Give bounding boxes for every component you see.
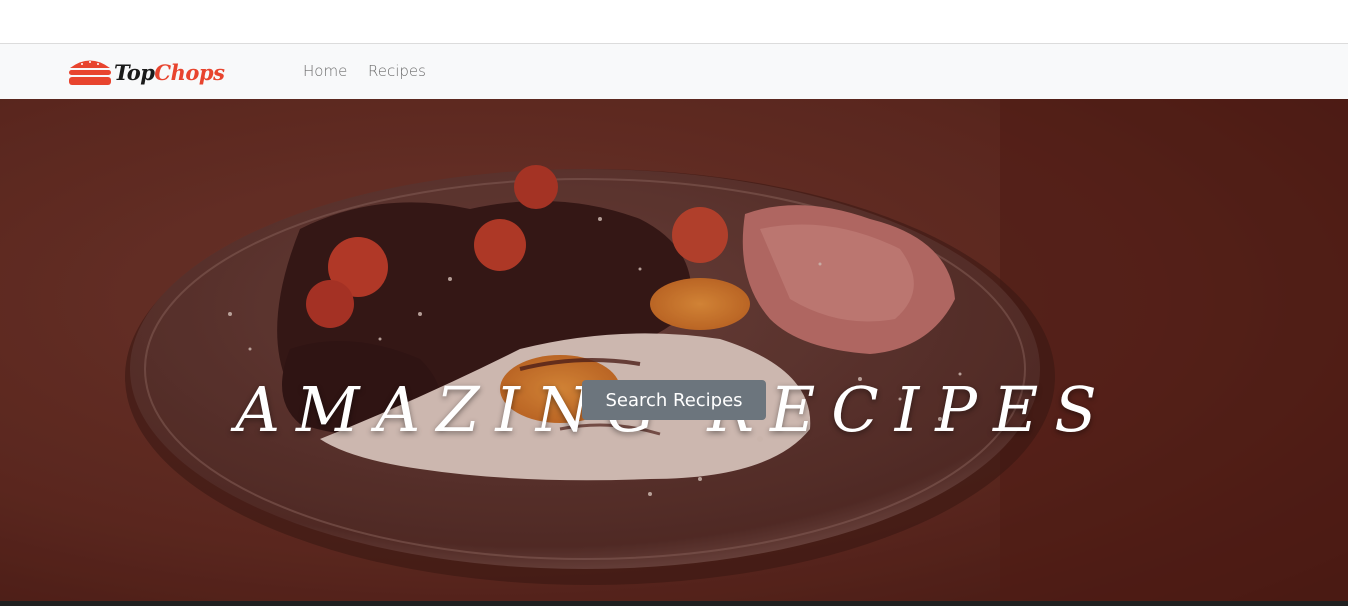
nav-link-recipes[interactable]: Recipes	[368, 62, 426, 80]
search-recipes-button[interactable]: Search Recipes	[582, 380, 766, 420]
brand-link[interactable]: TopChops	[68, 56, 225, 88]
nav-link-home[interactable]: Home	[303, 62, 347, 80]
hero-food-image	[0, 99, 1348, 601]
brand-name-part1: Top	[114, 59, 155, 85]
brand-name: TopChops	[114, 59, 225, 85]
navbar: TopChops Home Recipes	[0, 44, 1348, 99]
burger-icon	[69, 60, 111, 85]
hero-banner: AMAZING RECIPES Search Recipes	[0, 99, 1348, 601]
top-strip	[0, 0, 1348, 44]
brand-name-part2: Chops	[154, 59, 225, 85]
bottom-bar	[0, 601, 1348, 606]
